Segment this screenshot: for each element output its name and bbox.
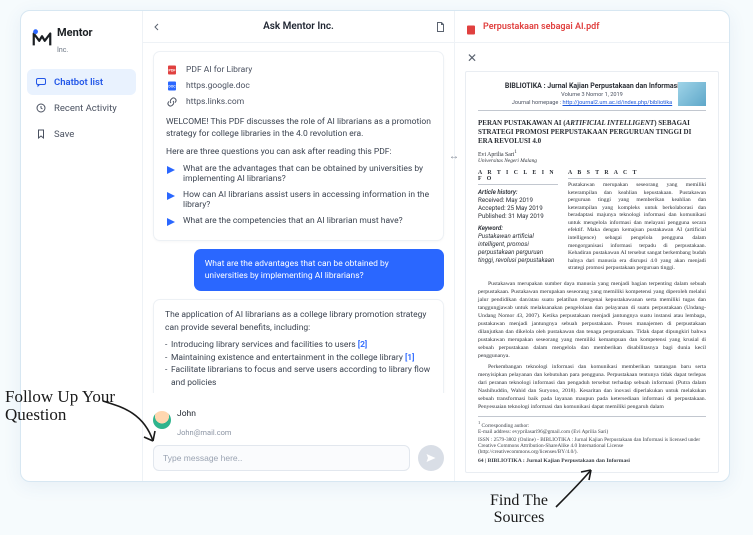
document-button[interactable] bbox=[426, 21, 454, 33]
ai-message: The application of AI librarians as a co… bbox=[153, 299, 444, 393]
user-message: What are the advantages that can be obta… bbox=[194, 249, 444, 292]
bookmark-icon bbox=[35, 128, 47, 140]
sidebar-item-recent[interactable]: Recent Activity bbox=[27, 95, 136, 121]
source-row-pdf[interactable]: PDF PDF AI for Library bbox=[166, 62, 431, 78]
answer-intro: The application of AI librarians as a co… bbox=[165, 309, 432, 335]
article-info-heading: A R T I C L E I N F O bbox=[478, 170, 558, 185]
play-icon bbox=[166, 191, 176, 201]
play-icon bbox=[166, 217, 176, 227]
svg-text:DOC: DOC bbox=[168, 85, 176, 89]
chat-scroll: PDF PDF AI for Library DOC https.google.… bbox=[143, 43, 454, 393]
journal-volume: Volume 3 Nomor 1, 2019 bbox=[478, 92, 706, 98]
paper-title: PERAN PUSTAKAWAN AI (ARTIFICIAL INTELLIG… bbox=[478, 119, 706, 145]
doc-icon: DOC bbox=[166, 80, 178, 92]
suggested-question[interactable]: How can AI librarians assist users in ac… bbox=[166, 187, 431, 213]
journal-cover-thumb bbox=[678, 82, 706, 106]
sidebar-nav: Chatbot list Recent Activity Save bbox=[21, 65, 142, 151]
pdf-panel: ↔ Perpustakaan sebagai AI.pdf ✕ BIBLIOTI… bbox=[455, 11, 729, 481]
answer-point: Introducing library services and facilit… bbox=[165, 339, 432, 352]
pdf-icon: PDF bbox=[166, 64, 178, 76]
suggested-questions: What are the advantages that can be obta… bbox=[166, 161, 431, 230]
svg-text:PDF: PDF bbox=[169, 69, 177, 73]
source-label: PDF AI for Library bbox=[186, 65, 252, 75]
arrow-icon bbox=[98, 396, 168, 460]
journal-header: BIBLIOTIKA : Jurnal Kajian Perpustakaan … bbox=[478, 82, 706, 111]
brand-sub: Inc. bbox=[57, 46, 68, 54]
chat-panel: Ask Mentor Inc. PDF PDF AI for Library D… bbox=[143, 11, 455, 481]
pdf-header: Perpustakaan sebagai AI.pdf bbox=[455, 11, 729, 43]
resize-handle-icon[interactable]: ↔ bbox=[449, 151, 459, 162]
welcome-text: WELCOME! This PDF discusses the role of … bbox=[166, 116, 431, 141]
send-button[interactable] bbox=[418, 445, 444, 471]
source-row-link[interactable]: https.links.com bbox=[166, 94, 431, 110]
journal-homepage-link[interactable]: http://journal2.um.ac.id/index.php/bibli… bbox=[563, 100, 673, 106]
play-icon bbox=[166, 165, 176, 175]
citation-link[interactable]: [2] bbox=[358, 340, 368, 350]
source-row-doc[interactable]: DOC https.google.doc bbox=[166, 78, 431, 94]
user-email: John@mail.com bbox=[177, 428, 232, 437]
pdf-filename: Perpustakaan sebagai AI.pdf bbox=[483, 22, 599, 32]
sidebar-item-label: Chatbot list bbox=[54, 77, 103, 88]
abstract-text: Pustakawan merupakan seseorang yang memi… bbox=[568, 182, 706, 273]
answer-point: Facilitate librarians to focus and serve… bbox=[165, 364, 432, 390]
chat-icon bbox=[35, 76, 47, 88]
pdf-page: BIBLIOTIKA : Jurnal Kajian Perpustakaan … bbox=[465, 71, 719, 473]
pdf-view: ✕ BIBLIOTIKA : Jurnal Kajian Perpustakaa… bbox=[455, 43, 729, 481]
paper-body: Pustakawan merupakan sumber daya manusia… bbox=[478, 281, 706, 412]
question-text: What are the competencies that an AI lib… bbox=[183, 216, 403, 226]
user-name: John bbox=[177, 409, 196, 419]
brand-logo: Mentor Inc. bbox=[21, 11, 142, 65]
source-label: https.google.doc bbox=[186, 81, 250, 91]
composer: John John@mail.com bbox=[143, 393, 454, 481]
journal-name: BIBLIOTIKA : Jurnal Kajian Perpustakaan … bbox=[478, 82, 706, 90]
question-text: How can AI librarians assist users in ac… bbox=[183, 190, 431, 210]
history-icon bbox=[35, 102, 47, 114]
sidebar-item-save[interactable]: Save bbox=[27, 121, 136, 147]
sidebar-item-chatbot-list[interactable]: Chatbot list bbox=[27, 69, 136, 95]
suggested-question[interactable]: What are the advantages that can be obta… bbox=[166, 161, 431, 187]
chat-header: Ask Mentor Inc. bbox=[143, 11, 454, 43]
suggested-question[interactable]: What are the competencies that an AI lib… bbox=[166, 213, 431, 230]
author-name: Evi Aprilia Sari1 bbox=[478, 150, 706, 158]
pdf-icon bbox=[465, 21, 477, 33]
back-button[interactable] bbox=[143, 21, 171, 33]
abstract-heading: A B S T R A C T bbox=[568, 170, 706, 179]
question-text: What are the advantages that can be obta… bbox=[183, 164, 431, 184]
close-button[interactable]: ✕ bbox=[465, 51, 479, 65]
source-label: https.links.com bbox=[186, 97, 244, 107]
brand-name: Mentor bbox=[57, 26, 93, 39]
citation-link[interactable]: [1] bbox=[405, 353, 415, 363]
welcome-card: PDF PDF AI for Library DOC https.google.… bbox=[153, 51, 444, 241]
message-input[interactable] bbox=[153, 445, 410, 471]
link-icon bbox=[166, 96, 178, 108]
arrow-icon bbox=[546, 462, 606, 516]
author-affiliation: Universitas Negeri Malang bbox=[478, 158, 706, 164]
sidebar-item-label: Recent Activity bbox=[54, 103, 117, 114]
sidebar-item-label: Save bbox=[54, 129, 74, 140]
questions-hint: Here are three questions you can ask aft… bbox=[166, 147, 431, 157]
brand-mark-icon bbox=[31, 28, 53, 50]
page-footer: 1 Corresponding author: E-mail address: … bbox=[478, 416, 706, 464]
current-user: John John@mail.com bbox=[153, 401, 444, 439]
answer-point: Maintaining existence and entertainment … bbox=[165, 352, 432, 365]
annotation-sources: Find The Sources bbox=[490, 493, 548, 527]
chat-title: Ask Mentor Inc. bbox=[171, 21, 426, 32]
